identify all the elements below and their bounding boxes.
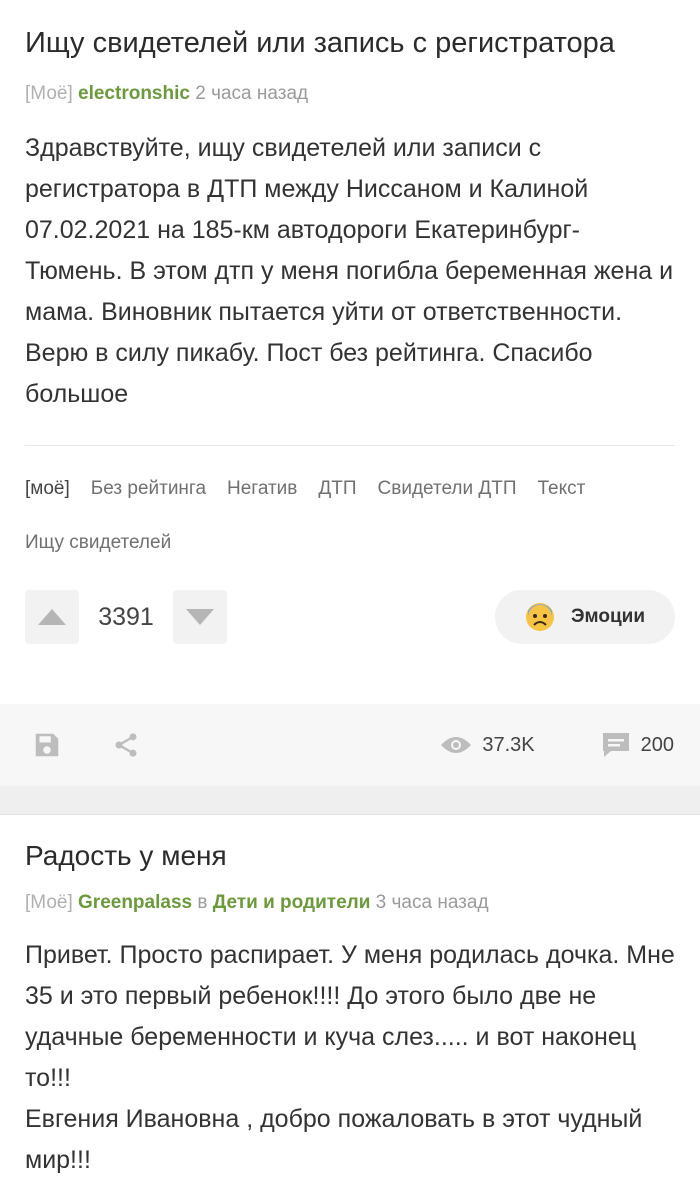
post-separator <box>0 786 700 815</box>
tag[interactable]: [моё] <box>25 462 70 516</box>
post-meta: [Моё] Greenpalass в Дети и родители 3 ча… <box>25 891 675 915</box>
tag[interactable]: Ищу свидетелей <box>25 516 171 570</box>
post-body-paragraph: Евгения Ивановна , добро пожаловать в эт… <box>25 1105 643 1174</box>
post-title[interactable]: Ищу свидетелей или запись с регистратора <box>25 0 675 66</box>
save-button[interactable] <box>32 730 62 760</box>
tag-list: [моё] Без рейтинга Негатив ДТП Свидетели… <box>25 462 665 570</box>
save-icon <box>35 733 59 757</box>
tag[interactable]: Без рейтинга <box>91 462 206 516</box>
divider <box>25 445 675 446</box>
post-title[interactable]: Радость у меня <box>25 815 675 879</box>
tag[interactable]: ДТП <box>318 462 356 516</box>
tag[interactable]: Свидетели ДТП <box>378 462 517 516</box>
arrow-up-icon <box>38 609 66 625</box>
post-time: 2 часа назад <box>195 83 309 104</box>
anxious-face-icon <box>526 603 555 631</box>
emotions-label: Эмоции <box>571 606 645 627</box>
downvote-button[interactable] <box>173 590 227 644</box>
upvote-button[interactable] <box>25 590 79 644</box>
comments-button[interactable]: 200 <box>601 731 674 759</box>
post-meta: [Моё] electronshic 2 часа назад <box>25 82 675 106</box>
post-body: Привет. Просто распирает. У меня родилас… <box>25 935 675 1181</box>
rating-row: 3391 Эмоции <box>25 590 675 644</box>
rating-score: 3391 <box>98 602 154 631</box>
post-time: 3 часа назад <box>375 892 489 913</box>
post-card: Радость у меня [Моё] Greenpalass в Дети … <box>0 815 700 1181</box>
moe-badge: [Моё] <box>25 83 73 104</box>
author-link[interactable]: Greenpalass <box>78 892 192 913</box>
post-actions-bar: 37.3K 200 <box>0 704 700 786</box>
views-count: 37.3K <box>482 733 535 756</box>
emotions-button[interactable]: Эмоции <box>495 590 675 644</box>
eye-icon <box>441 737 472 753</box>
post-body: Здравствуйте, ищу свидетелей или записи … <box>25 134 674 408</box>
author-link[interactable]: electronshic <box>78 83 190 104</box>
meta-in: в <box>197 892 208 913</box>
post-card: Ищу свидетелей или запись с регистратора… <box>0 0 700 700</box>
tag[interactable]: Негатив <box>227 462 297 516</box>
post-body-paragraph: Привет. Просто распирает. У меня родилас… <box>25 941 675 1092</box>
community-link[interactable]: Дети и родители <box>213 892 371 913</box>
share-icon <box>115 733 137 757</box>
views-counter: 37.3K <box>440 733 535 757</box>
share-button[interactable] <box>112 731 140 759</box>
arrow-down-icon <box>186 609 214 625</box>
moe-badge: [Моё] <box>25 892 73 913</box>
tag[interactable]: Текст <box>538 462 586 516</box>
comment-icon <box>602 733 629 757</box>
comments-count: 200 <box>640 733 674 756</box>
